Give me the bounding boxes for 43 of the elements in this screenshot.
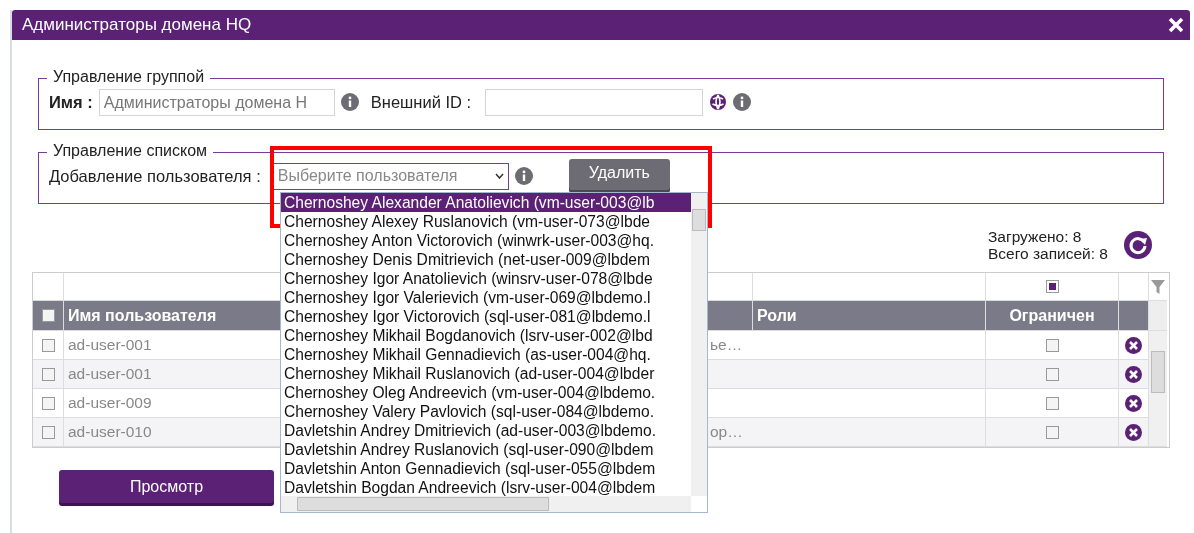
info-icon [733, 93, 752, 111]
globe-icon[interactable] [709, 93, 728, 111]
row-checkbox[interactable] [41, 367, 55, 381]
remove-icon[interactable] [1125, 394, 1142, 412]
user-option[interactable]: Chernoshey Alexander Anatolievich (vm-user-003@lb [281, 193, 691, 212]
remove-icon[interactable] [1125, 365, 1142, 383]
close-icon[interactable] [1168, 17, 1184, 33]
column-header[interactable]: Ограничен [986, 301, 1119, 331]
chevron-down-icon [494, 173, 504, 179]
delete-button[interactable]: Удалить [568, 158, 670, 190]
row-checkbox[interactable] [41, 396, 55, 410]
restricted-checkbox[interactable] [1045, 425, 1059, 439]
window-title: Администраторы домена HQ [22, 15, 252, 35]
remove-icon[interactable] [1125, 336, 1142, 354]
panel-legend: Управление списком [47, 142, 214, 160]
loaded-count: Загружено: 8 [988, 228, 1083, 245]
filter-checkbox[interactable] [1045, 280, 1059, 293]
column-header [706, 301, 753, 331]
add-user-label: Добавление пользователя : [49, 166, 261, 186]
scrollbar[interactable] [1149, 331, 1167, 447]
row-checkbox[interactable] [41, 338, 55, 352]
select-all-checkbox[interactable] [41, 309, 55, 322]
name-field[interactable]: Администраторы домена H [98, 88, 335, 116]
restricted-checkbox[interactable] [1045, 396, 1059, 410]
external-id-field[interactable] [485, 88, 704, 116]
column-header[interactable]: Роли [753, 301, 986, 331]
refresh-icon[interactable] [1124, 231, 1152, 259]
panel-legend: Управление группой [47, 68, 211, 86]
restricted-checkbox[interactable] [1045, 338, 1059, 352]
filter-icon[interactable] [1151, 278, 1165, 295]
view-button[interactable]: Просмотр [59, 470, 274, 503]
total-count: Всего записей: 8 [988, 245, 1108, 262]
info-icon [340, 93, 359, 111]
row-checkbox[interactable] [41, 425, 55, 439]
horizontal-scrollbar[interactable] [281, 496, 691, 512]
table-cell: ор… [706, 418, 753, 447]
scrollbar[interactable] [691, 193, 707, 496]
restricted-checkbox[interactable] [1045, 367, 1059, 381]
remove-icon[interactable] [1125, 423, 1142, 441]
name-label: Имя : [49, 92, 93, 112]
user-select[interactable]: Выберите пользователя [272, 162, 509, 190]
external-id-label: Внешний ID : [370, 92, 472, 112]
info-icon [514, 167, 533, 185]
